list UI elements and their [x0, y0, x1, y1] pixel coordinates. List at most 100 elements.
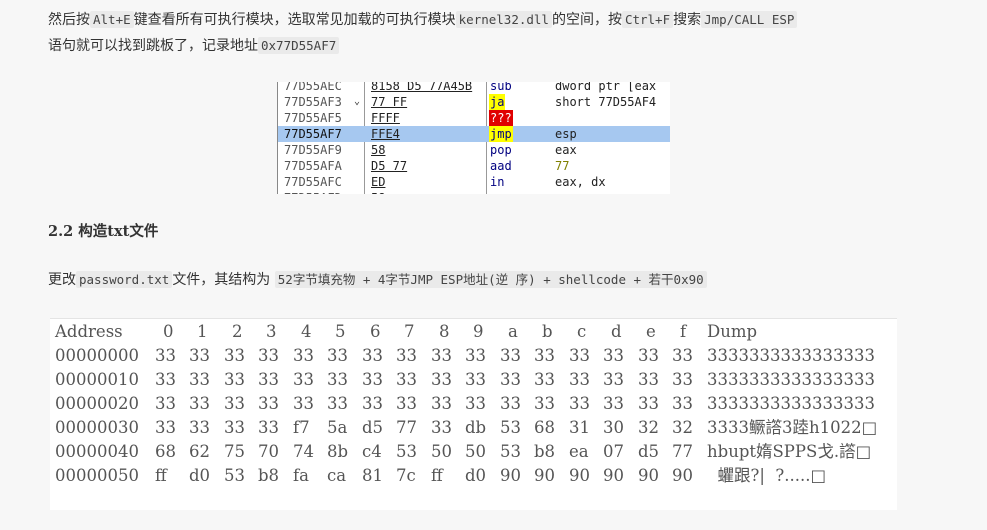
- hex-byte: 33: [396, 370, 417, 389]
- disasm-row: 77D55AF5 FFFF???: [278, 110, 670, 126]
- jump-arrow-icon: ⌄: [354, 96, 361, 107]
- hex-byte: 7c: [396, 466, 416, 485]
- hex-byte: 68: [155, 442, 176, 461]
- hex-header-cell: 4: [301, 322, 312, 341]
- hex-byte: 33: [569, 394, 590, 413]
- disasm-operand: 77: [555, 159, 570, 173]
- disasm-address: 77D55AFC: [284, 175, 342, 189]
- divider: [50, 318, 897, 319]
- hex-byte: d5: [638, 442, 660, 461]
- hex-byte: 33: [603, 346, 624, 365]
- hex-byte: 81: [362, 466, 383, 485]
- disasm-bytes: FFE4: [371, 127, 400, 141]
- disasm-address: 77D55AF9: [284, 143, 342, 157]
- hex-byte: 33: [431, 370, 452, 389]
- hex-byte: 33: [327, 346, 348, 365]
- hex-byte: 50: [465, 442, 486, 461]
- hex-byte: 30: [603, 418, 624, 437]
- hex-row-dump: 蠷跟?| ?.....□: [707, 466, 827, 485]
- inline-code: kernel32.dll: [455, 11, 552, 28]
- hex-row-dump: 3333鳜譗3踛h1022□: [707, 418, 878, 437]
- hex-byte: f7: [293, 418, 310, 437]
- hex-byte: 90: [638, 466, 659, 485]
- hex-header-cell: 1: [197, 322, 208, 341]
- hex-byte: 33: [189, 370, 210, 389]
- hex-byte: 32: [638, 418, 659, 437]
- hex-byte: 33: [362, 394, 383, 413]
- inline-code: 0x77D55AF7: [258, 37, 340, 54]
- hex-byte: 33: [293, 370, 314, 389]
- disasm-bytes: 58: [371, 143, 386, 157]
- hex-byte: 90: [500, 466, 521, 485]
- hex-byte: 90: [672, 466, 693, 485]
- section-heading: 2.2 构造txt文件: [48, 223, 159, 240]
- hex-byte: 33: [638, 370, 659, 389]
- hex-byte: 33: [327, 394, 348, 413]
- hex-byte: 31: [569, 418, 590, 437]
- hex-byte: ff: [155, 466, 167, 485]
- hex-byte: 33: [189, 346, 210, 365]
- hex-byte: 33: [534, 370, 555, 389]
- hex-byte: 33: [224, 370, 245, 389]
- inline-code: password.txt: [76, 271, 173, 288]
- hex-byte: 33: [293, 346, 314, 365]
- hex-byte: d5: [362, 418, 384, 437]
- disasm-row: 77D55AFC ED in eax, dx: [278, 174, 670, 190]
- inline-code: Ctrl+F: [621, 11, 674, 28]
- hex-byte: 53: [500, 442, 521, 461]
- disasm-address: 77D55AF3: [284, 95, 342, 109]
- hex-byte: 74: [293, 442, 314, 461]
- disasm-bytes: ED: [371, 175, 386, 189]
- hex-header-cell: Address: [55, 322, 123, 341]
- hex-row-address: 00000020: [55, 394, 139, 413]
- hex-byte: 53: [396, 442, 417, 461]
- hex-byte: 33: [465, 370, 486, 389]
- hex-row-dump: 3333333333333333: [707, 394, 875, 413]
- disasm-operand: eax: [555, 190, 577, 194]
- hex-row-address: 00000050: [55, 466, 139, 485]
- hex-byte: 33: [189, 418, 210, 437]
- disasm-mnemonic: pop: [490, 190, 512, 194]
- disasm-bytes: 77 FF: [371, 95, 408, 109]
- hex-byte: 33: [569, 370, 590, 389]
- hex-byte: 33: [431, 418, 452, 437]
- disasm-operand: short 77D55AF4: [555, 95, 657, 109]
- hex-byte: 33: [500, 370, 521, 389]
- disasm-bytes: 58: [371, 190, 385, 194]
- hex-byte: 33: [155, 346, 176, 365]
- intro-paragraph: 然后按 Alt+E 键查看所有可执行模块，选取常见加载的可执行模块 kernel32.…: [48, 7, 928, 59]
- inline-code: Jmp/CALL ESP: [701, 11, 798, 28]
- hex-header-cell: b: [542, 322, 553, 341]
- hex-byte: 33: [189, 394, 210, 413]
- hex-byte: 75: [224, 442, 245, 461]
- hex-byte: c4: [362, 442, 382, 461]
- hex-byte: 5a: [327, 418, 348, 437]
- hex-header-cell: 6: [370, 322, 381, 341]
- disasm-bytes: 8158 D5 77A45B: [371, 82, 473, 93]
- disasm-row: 77D55AF9 58 pop eax: [278, 142, 670, 158]
- disasm-row: 77D55AFD 58 pop eax: [278, 190, 670, 194]
- disasm-mnemonic: jmp: [489, 126, 513, 142]
- disasm-row: 77D55AF3 ⌄ 77 FF ja short 77D55AF4: [278, 94, 670, 110]
- inline-code: Alt+E: [90, 11, 134, 28]
- disasm-mnemonic: sub: [490, 82, 512, 93]
- hex-byte: 33: [258, 418, 279, 437]
- hex-byte: 33: [396, 394, 417, 413]
- disasm-address: 77D55AEC: [284, 82, 342, 93]
- hex-byte: 33: [431, 346, 452, 365]
- hex-byte: 32: [672, 418, 693, 437]
- hex-byte: 77: [672, 442, 693, 461]
- hex-byte: 70: [258, 442, 279, 461]
- hex-byte: 53: [224, 466, 245, 485]
- hex-byte: 33: [362, 346, 383, 365]
- hex-header-cell: 0: [163, 322, 174, 341]
- hex-byte: d0: [465, 466, 487, 485]
- hex-header-cell: 2: [232, 322, 243, 341]
- hex-byte: ff: [431, 466, 443, 485]
- hex-header-cell: Dump: [707, 322, 758, 341]
- hex-header-cell: 7: [404, 322, 415, 341]
- disasm-address: 77D55AFD: [284, 190, 342, 194]
- hex-byte: 33: [431, 394, 452, 413]
- hex-byte: 33: [258, 394, 279, 413]
- hex-byte: 33: [638, 346, 659, 365]
